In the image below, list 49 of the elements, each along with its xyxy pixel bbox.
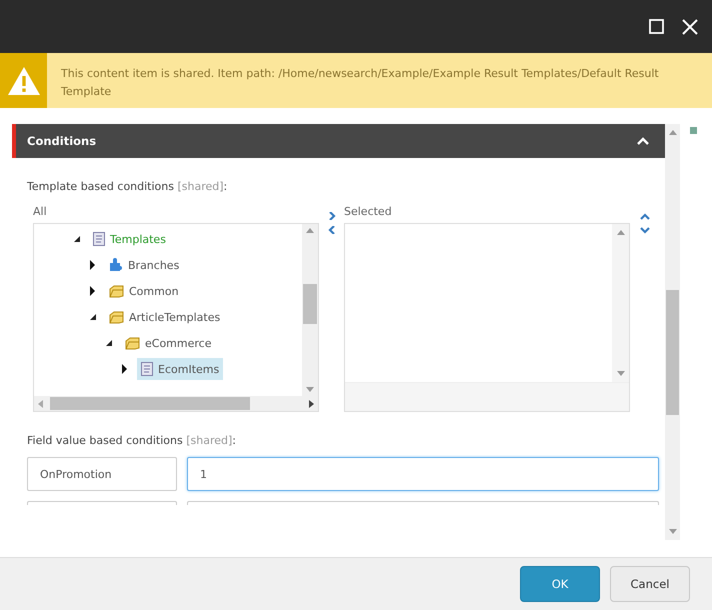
close-button[interactable]	[680, 16, 700, 36]
list-label: Selected	[344, 205, 393, 218]
scrollbar-thumb[interactable]	[50, 397, 250, 410]
scroll-down-icon[interactable]	[668, 529, 676, 534]
folder-icon	[125, 336, 140, 350]
expanded-arrow-icon[interactable]	[88, 312, 98, 322]
collapsed-arrow-icon[interactable]	[88, 286, 98, 296]
expanded-arrow-icon[interactable]	[104, 338, 114, 348]
folder-icon	[109, 310, 124, 324]
expanded-arrow-icon[interactable]	[72, 234, 82, 244]
field-name-input[interactable]: OnPromotion	[27, 457, 177, 491]
tree-item[interactable]: ArticleTemplates	[105, 306, 224, 328]
add-icon[interactable]	[326, 212, 336, 220]
scroll-right-icon[interactable]	[309, 400, 314, 408]
maximize-button[interactable]	[646, 16, 666, 36]
tree-item[interactable]: Common	[105, 280, 183, 302]
scroll-down-icon[interactable]	[616, 371, 624, 376]
scroll-down-icon[interactable]	[306, 387, 314, 392]
puzzle-icon	[109, 258, 123, 272]
section-header[interactable]: Conditions	[12, 124, 665, 158]
field-value-input[interactable]: 1	[187, 457, 659, 491]
scroll-up-icon[interactable]	[668, 130, 676, 135]
cancel-button[interactable]: Cancel	[610, 566, 690, 602]
tree-item[interactable]: Templates	[89, 228, 170, 250]
field-label: Field value based conditions [shared]:	[27, 434, 237, 447]
list-label: All	[33, 205, 48, 218]
scrollbar[interactable]	[34, 396, 318, 411]
scroll-up-icon[interactable]	[616, 230, 624, 235]
warning-message: This content item is shared. Item path: /Home/newsearch/Example/Example Result Templates/Default Result Template	[60, 66, 660, 100]
template-icon	[141, 362, 153, 376]
scrollbar[interactable]	[665, 124, 680, 540]
collapse-icon[interactable]	[637, 137, 649, 145]
template-icon	[93, 232, 105, 246]
tree-item[interactable]: Branches	[105, 254, 184, 276]
scroll-up-icon[interactable]	[306, 228, 314, 233]
move-down-icon[interactable]	[640, 226, 650, 234]
scrollbar-thumb[interactable]	[303, 284, 317, 324]
scrollbar-thumb[interactable]	[666, 290, 679, 415]
collapsed-arrow-icon[interactable]	[120, 364, 130, 374]
field-label: Template based conditions [shared]:	[27, 180, 228, 193]
tree-item[interactable]: EcomItems	[137, 358, 224, 380]
scrollbar[interactable]	[302, 224, 318, 396]
move-up-icon[interactable]	[640, 212, 650, 220]
folder-icon	[109, 284, 124, 298]
collapsed-arrow-icon[interactable]	[88, 260, 98, 270]
warning-icon	[6, 66, 40, 96]
remove-icon[interactable]	[326, 226, 336, 234]
tree-item[interactable]: eCommerce	[121, 332, 216, 354]
status-indicator-icon	[690, 127, 697, 134]
